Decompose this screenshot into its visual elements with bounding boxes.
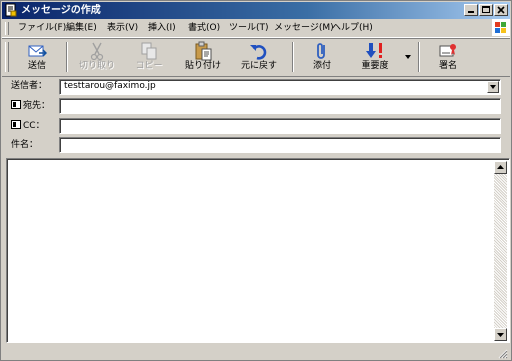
cut-button[interactable]: 切り取り xyxy=(74,40,120,74)
menu-tools[interactable]: ツール(T) xyxy=(229,22,269,35)
menu-edit[interactable]: 編集(E) xyxy=(66,22,97,35)
attach-label: 添付 xyxy=(312,61,331,71)
from-label: 送信者： xyxy=(11,81,48,91)
message-body[interactable] xyxy=(6,158,510,343)
cut-label: 切り取り xyxy=(78,61,115,71)
signature-icon xyxy=(439,44,456,57)
undo-icon xyxy=(250,45,267,60)
toolbar-grip[interactable] xyxy=(5,42,9,72)
priority-dropdown-icon[interactable] xyxy=(404,53,412,61)
close-button[interactable] xyxy=(494,4,508,16)
paperclip-icon xyxy=(317,43,325,59)
send-button[interactable]: 送信 xyxy=(14,40,60,74)
windows-logo xyxy=(492,19,510,36)
undo-button[interactable]: 元に戻す xyxy=(234,40,284,74)
minimize-button[interactable] xyxy=(464,4,478,16)
menu-insert[interactable]: 挿入(I) xyxy=(148,22,176,35)
menu-file[interactable]: ファイル(F) xyxy=(18,22,66,35)
signature-label: 署名 xyxy=(438,61,457,71)
subject-field[interactable] xyxy=(59,137,501,153)
to-field[interactable] xyxy=(59,98,501,114)
maximize-button[interactable] xyxy=(479,4,493,16)
scroll-down-button[interactable] xyxy=(494,328,507,341)
send-label: 送信 xyxy=(27,61,46,71)
priority-icon xyxy=(366,43,382,58)
title-bar[interactable]: メッセージの作成 xyxy=(2,2,510,19)
toolbar-separator xyxy=(292,42,294,72)
menu-message[interactable]: メッセージ(M) xyxy=(274,22,334,35)
paste-label: 貼り付け xyxy=(184,61,221,71)
priority-label: 重要度 xyxy=(361,61,389,71)
to-label: 宛先： xyxy=(23,101,51,111)
resize-grip-icon[interactable] xyxy=(496,347,508,359)
minimize-icon xyxy=(468,11,474,13)
paste-icon xyxy=(195,41,212,61)
menu-format[interactable]: 書式(O) xyxy=(188,22,220,35)
from-value: testtarou@faximo.jp xyxy=(64,81,156,91)
signature-button[interactable]: 署名 xyxy=(426,40,470,74)
toolbar-separator xyxy=(66,42,68,72)
to-label-wrap[interactable]: 宛先： xyxy=(11,99,50,113)
address-book-icon xyxy=(11,100,21,109)
toolbar: 送信 切り取り コピー 貼り付け 元に戻す 添付 重要度 署名 xyxy=(2,38,510,77)
paste-button[interactable]: 貼り付け xyxy=(178,40,228,74)
toolbar-separator xyxy=(418,42,420,72)
compose-message-icon xyxy=(5,3,17,17)
address-book-icon xyxy=(11,120,21,129)
arrow-down-icon xyxy=(497,333,504,337)
scroll-up-button[interactable] xyxy=(494,161,507,174)
scissors-icon xyxy=(90,42,104,61)
chevron-down-icon xyxy=(490,85,496,89)
cc-label: CC： xyxy=(23,121,45,131)
copy-button[interactable]: コピー xyxy=(126,40,172,74)
cc-label-wrap[interactable]: CC： xyxy=(11,119,45,133)
undo-label: 元に戻す xyxy=(240,61,277,71)
compose-window: メッセージの作成 ファイル(F) 編集(E) 表示(V) 挿入(I) 書式(O)… xyxy=(0,0,512,361)
menu-bar: ファイル(F) 編集(E) 表示(V) 挿入(I) 書式(O) ツール(T) メ… xyxy=(2,19,510,38)
arrow-up-icon xyxy=(497,165,504,169)
subject-label: 件名： xyxy=(11,140,39,150)
maximize-icon xyxy=(482,6,490,13)
window-title: メッセージの作成 xyxy=(21,5,101,16)
send-icon xyxy=(28,45,47,57)
copy-label: コピー xyxy=(135,61,163,71)
from-select[interactable]: testtarou@faximo.jp xyxy=(59,79,501,95)
from-dropdown-button[interactable] xyxy=(487,81,499,93)
copy-icon xyxy=(141,42,157,60)
vertical-scrollbar[interactable] xyxy=(494,161,507,341)
menu-view[interactable]: 表示(V) xyxy=(107,22,138,35)
cc-field[interactable] xyxy=(59,118,501,134)
menu-grip[interactable] xyxy=(5,22,9,35)
priority-button[interactable]: 重要度 xyxy=(350,40,400,74)
status-bar xyxy=(2,345,510,360)
windows-flag-icon xyxy=(495,22,506,33)
menu-help[interactable]: ヘルプ(H) xyxy=(332,22,373,35)
close-icon xyxy=(497,6,505,14)
attach-button[interactable]: 添付 xyxy=(300,40,344,74)
